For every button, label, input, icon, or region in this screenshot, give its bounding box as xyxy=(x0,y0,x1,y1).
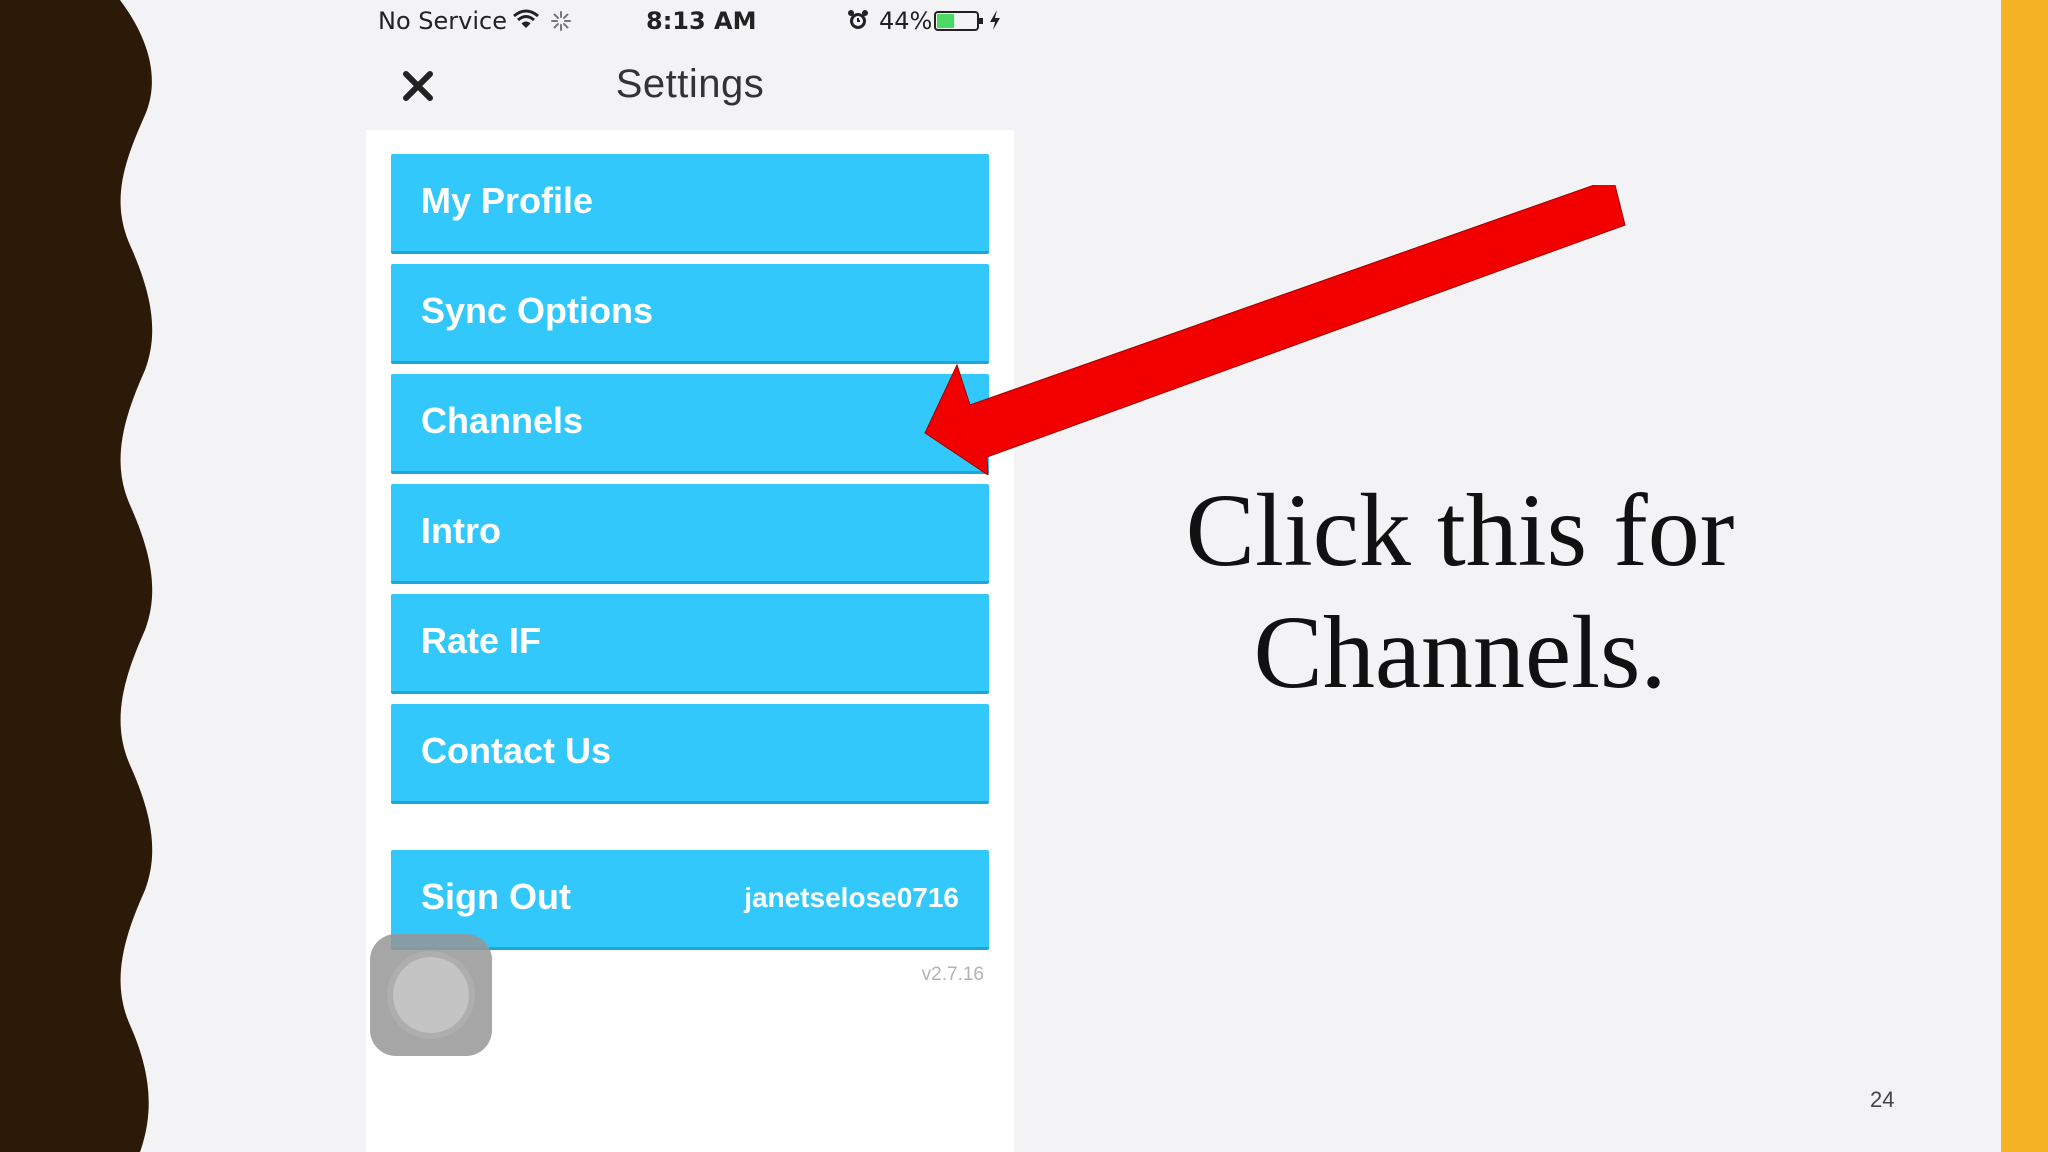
nav-bar: Settings xyxy=(366,50,1014,126)
right-accent-bar xyxy=(2001,0,2048,1152)
carrier-label: No Service xyxy=(378,7,507,35)
phone-screenshot: No Service 8:13 AM 44% Settings My Profi… xyxy=(366,0,1014,1152)
sign-out-button[interactable]: Sign Out janetselose0716 xyxy=(391,850,989,950)
status-bar: No Service 8:13 AM 44% xyxy=(366,0,1014,42)
assistive-touch-icon xyxy=(393,957,469,1033)
channels-button[interactable]: Channels xyxy=(391,374,989,474)
settings-menu: My Profile Sync Options Channels Intro R… xyxy=(366,130,1014,1152)
clock-time: 8:13 AM xyxy=(646,7,757,35)
sign-out-label: Sign Out xyxy=(421,876,571,917)
menu-item-label: Sync Options xyxy=(421,290,654,331)
menu-item-label: Intro xyxy=(421,510,501,551)
contact-us-button[interactable]: Contact Us xyxy=(391,704,989,804)
signed-in-username: janetselose0716 xyxy=(744,882,959,913)
menu-item-label: Rate IF xyxy=(421,620,542,661)
red-arrow-icon xyxy=(924,185,1626,475)
charging-bolt-icon xyxy=(990,10,1000,30)
wifi-icon xyxy=(513,9,539,28)
battery-percent: 44% xyxy=(879,7,933,35)
menu-item-label: Contact Us xyxy=(421,730,612,771)
left-wave-decoration xyxy=(0,0,153,1152)
intro-button[interactable]: Intro xyxy=(391,484,989,584)
menu-item-label: My Profile xyxy=(421,180,594,221)
app-version: v2.7.16 xyxy=(921,964,984,985)
page-title: Settings xyxy=(615,62,765,106)
rate-if-button[interactable]: Rate IF xyxy=(391,594,989,694)
callout-text: Click this for Channels. xyxy=(1185,473,1735,710)
alarm-icon xyxy=(848,10,868,29)
spinner-icon xyxy=(551,11,571,31)
battery-icon xyxy=(934,11,983,31)
sync-options-button[interactable]: Sync Options xyxy=(391,264,989,364)
slide-number: 24 xyxy=(1870,1087,1895,1112)
my-profile-button[interactable]: My Profile xyxy=(391,154,989,254)
assistive-touch-button[interactable] xyxy=(370,934,492,1056)
menu-item-label: Channels xyxy=(421,400,584,441)
